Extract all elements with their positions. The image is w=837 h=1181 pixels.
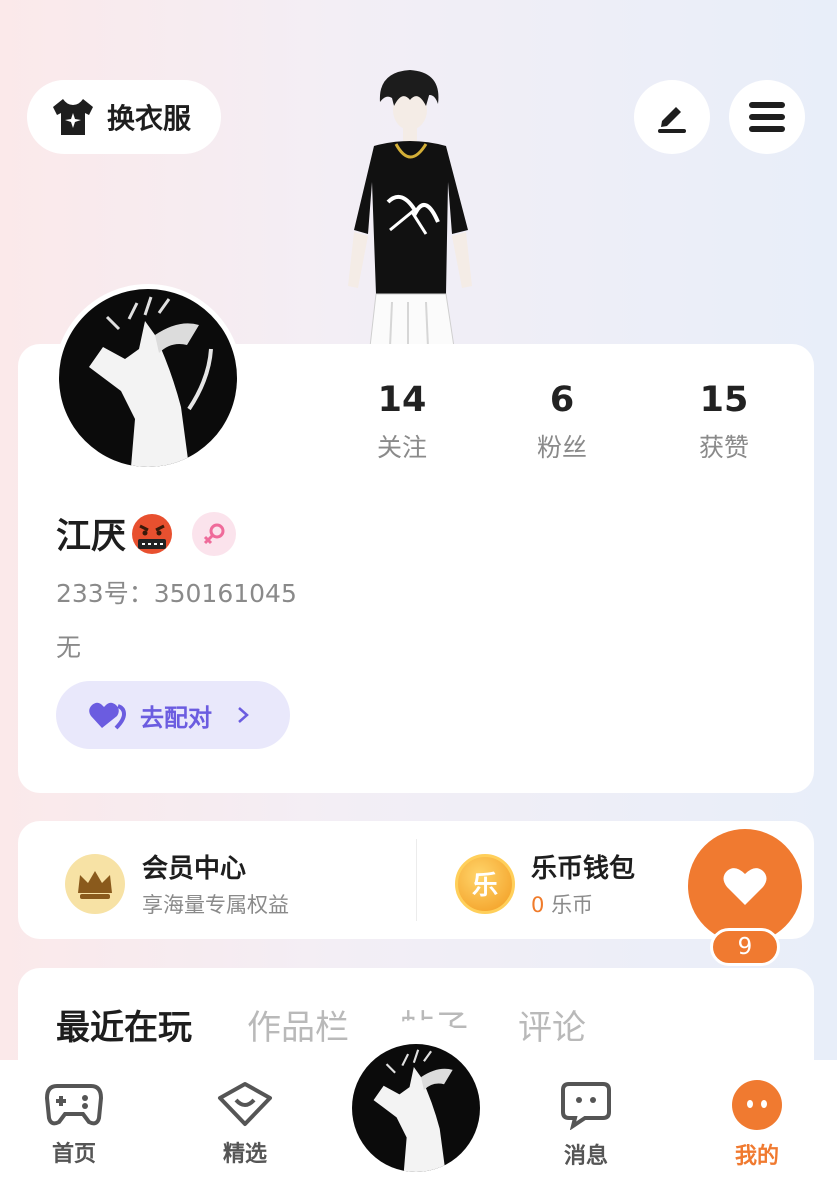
change-outfit-button[interactable]: 换衣服 — [27, 80, 221, 154]
chat-icon — [561, 1082, 611, 1130]
heart-pair-icon — [89, 702, 127, 730]
heart-float-button[interactable] — [688, 829, 802, 943]
change-outfit-label: 换衣服 — [107, 102, 192, 135]
wallet-subtitle: 0 乐币 — [531, 889, 635, 919]
nav-home-label: 首页 — [51, 1142, 96, 1167]
menu-button[interactable] — [729, 80, 805, 154]
nav-messages[interactable]: 消息 — [526, 1080, 646, 1170]
crown-icon — [65, 853, 125, 914]
following-label: 关注 — [376, 433, 427, 462]
tshirt-icon — [53, 99, 93, 135]
wallet-entry[interactable]: 乐 乐币钱包 0 乐币 — [455, 848, 635, 919]
female-icon — [203, 523, 225, 544]
vip-center-title: 会员中心 — [142, 854, 247, 884]
tab-recently-played[interactable]: 最近在玩 — [56, 1000, 192, 1049]
coin-unit: 乐币 — [551, 893, 594, 917]
tab-works[interactable]: 作品栏 — [247, 1000, 349, 1049]
center-avatar-button[interactable] — [348, 1040, 484, 1176]
coin-count: 0 — [531, 893, 545, 917]
followers-count: 6 — [549, 380, 575, 420]
user-name: 江厌 — [56, 517, 127, 557]
following-count: 14 — [377, 380, 427, 420]
nav-featured[interactable]: 精选 — [185, 1080, 305, 1168]
avatar-character[interactable] — [330, 62, 490, 347]
match-button[interactable]: 去配对 — [56, 681, 290, 749]
profile-avatar[interactable] — [54, 284, 242, 472]
chevron-right-icon — [238, 707, 249, 723]
heart-count-badge: 9 — [710, 928, 780, 966]
hamburger-icon — [749, 102, 785, 132]
benefits-divider — [416, 839, 417, 921]
heart-icon — [723, 868, 767, 905]
following-stat[interactable]: 14 关注 — [342, 380, 462, 464]
profile-dots-icon — [732, 1080, 782, 1130]
followers-stat[interactable]: 6 粉丝 — [502, 380, 622, 464]
gamepad-icon — [45, 1084, 103, 1126]
female-gender-badge — [192, 511, 237, 556]
heart-box-icon — [218, 1082, 272, 1126]
user-bio: 无 — [56, 633, 82, 662]
edit-button[interactable] — [634, 80, 710, 154]
likes-stat[interactable]: 15 获赞 — [664, 380, 784, 464]
vip-center-subtitle: 享海量专属权益 — [142, 893, 289, 917]
pencil-icon — [658, 107, 686, 133]
wallet-title: 乐币钱包 — [531, 854, 636, 884]
nav-mine-label: 我的 — [734, 1144, 779, 1169]
nav-mine[interactable]: 我的 — [697, 1080, 817, 1170]
name-row: 江厌 — [56, 508, 237, 559]
user-id: 233号：350161045 — [56, 579, 297, 608]
coin-icon: 乐 — [455, 853, 515, 914]
match-label: 去配对 — [140, 703, 212, 732]
nav-home[interactable]: 首页 — [14, 1080, 134, 1168]
likes-count: 15 — [699, 380, 749, 420]
vip-center-entry[interactable]: 会员中心 享海量专属权益 — [64, 848, 289, 919]
likes-label: 获赞 — [698, 433, 749, 462]
coin-char: 乐 — [471, 871, 498, 901]
nav-featured-label: 精选 — [222, 1142, 267, 1167]
nav-messages-label: 消息 — [563, 1144, 608, 1169]
followers-label: 粉丝 — [536, 433, 587, 462]
tab-comments[interactable]: 评论 — [518, 1000, 586, 1049]
cursing-face-emoji — [132, 513, 173, 554]
